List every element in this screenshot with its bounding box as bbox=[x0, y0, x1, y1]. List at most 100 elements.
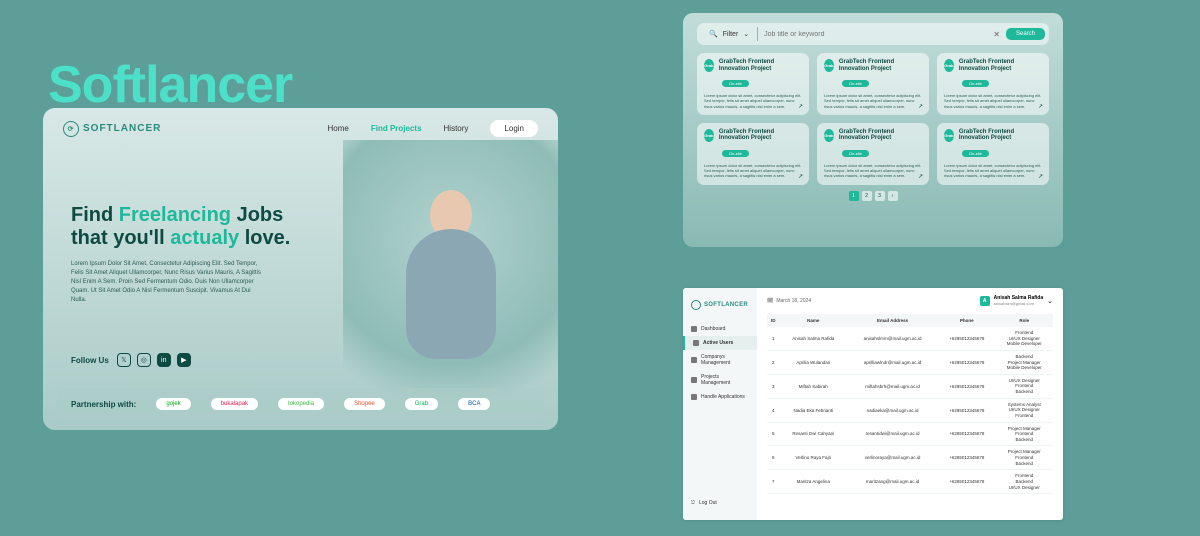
sidebar-item-icon bbox=[691, 394, 697, 400]
open-link-icon[interactable]: ↗ bbox=[1038, 173, 1043, 180]
login-button[interactable]: Login bbox=[490, 120, 538, 137]
company-icon: Grab bbox=[824, 129, 834, 142]
project-card[interactable]: Grab GrabTech Frontend Innovation Project… bbox=[697, 123, 809, 185]
headline-teal2: actualy bbox=[170, 227, 239, 249]
clear-icon[interactable]: ✕ bbox=[993, 30, 1000, 39]
linkedin-icon[interactable]: in bbox=[157, 353, 171, 367]
search-bar: 🔍 Filter ⌄ ✕ Search bbox=[697, 23, 1049, 45]
hero-description: Lorem Ipsum Dolor Sit Amet, Consectetur … bbox=[71, 260, 266, 305]
sidebar-item[interactable]: Companys Management bbox=[683, 350, 757, 370]
sidebar-item[interactable]: Active Users bbox=[683, 336, 757, 350]
cell-phone: +6285012345678 bbox=[938, 350, 996, 374]
open-link-icon[interactable]: ↗ bbox=[918, 173, 923, 180]
date-text: March 18, 2024 bbox=[776, 298, 811, 304]
card-badge: On-site bbox=[962, 150, 989, 157]
twitter-icon[interactable]: 𝕏 bbox=[117, 353, 131, 367]
col-id: ID bbox=[767, 314, 779, 327]
cell-role: FrontendBackendUI/UX Designer bbox=[996, 470, 1053, 494]
cell-id: 4 bbox=[767, 398, 779, 422]
col-name: Name bbox=[779, 314, 847, 327]
project-card[interactable]: GrabGrabTech Frontend Innovation Project… bbox=[817, 123, 929, 185]
project-card[interactable]: GrabGrabTech Frontend Innovation Project… bbox=[817, 53, 929, 115]
page-1[interactable]: 1 bbox=[849, 191, 859, 201]
company-icon: Grab bbox=[704, 59, 714, 72]
cell-role: Project ManagerFrontendBackend bbox=[996, 446, 1053, 470]
logo: ⟳ SOFTLANCER bbox=[63, 121, 161, 137]
sidebar-item-label: Companys Management bbox=[701, 354, 749, 366]
sidebar-nav: DashboardActive Users Companys Management… bbox=[683, 322, 757, 494]
project-card[interactable]: GrabGrabTech Frontend Innovation Project… bbox=[937, 53, 1049, 115]
open-link-icon[interactable]: ↗ bbox=[918, 103, 923, 110]
primary-nav: Home Find Projects History bbox=[328, 124, 469, 133]
users-table: ID Name Email Address Phone Role 1Anisah… bbox=[767, 314, 1053, 494]
open-link-icon[interactable]: ↗ bbox=[798, 173, 803, 180]
company-icon: Grab bbox=[944, 129, 954, 142]
dashboard-panel: SOFTLANCER DashboardActive Users Companys… bbox=[683, 288, 1063, 520]
open-link-icon[interactable]: ↗ bbox=[1038, 103, 1043, 110]
table-row[interactable]: 4Nadia Eka Febriantinadiaeka@mail.ugm.ac… bbox=[767, 398, 1053, 422]
sidebar-logo: SOFTLANCER bbox=[683, 296, 757, 314]
nav-history[interactable]: History bbox=[444, 124, 469, 133]
date-display: 🗓 March 18, 2024 bbox=[767, 298, 811, 304]
user-menu[interactable]: A Anisah Salma Rafida anisahslm@gmail.co… bbox=[980, 296, 1053, 306]
table-row[interactable]: 6Verlino Raya Fajriverlinoraya@mail.ugm.… bbox=[767, 446, 1053, 470]
table-row[interactable]: 1Anisah Salma Rafidaanisahslmrn@mail.ugm… bbox=[767, 327, 1053, 350]
headline-post: love. bbox=[239, 227, 290, 249]
page-next-icon[interactable]: › bbox=[888, 191, 898, 201]
search-input[interactable] bbox=[764, 31, 987, 38]
open-link-icon[interactable]: ↗ bbox=[798, 103, 803, 110]
project-grid: Grab GrabTech Frontend Innovation Project… bbox=[697, 53, 1049, 185]
card-title: GrabTech Frontend Innovation Project bbox=[719, 129, 802, 142]
sidebar-item[interactable]: Dashboard bbox=[683, 322, 757, 336]
cell-id: 3 bbox=[767, 374, 779, 398]
partner-grab: Grab bbox=[405, 398, 438, 410]
sidebar-item-icon bbox=[691, 357, 697, 363]
table-row[interactable]: 3Miftah Sabirahmiftahsbrh@mail.ugm.ac.id… bbox=[767, 374, 1053, 398]
sidebar-item-label: Handle Applications bbox=[701, 394, 745, 400]
sidebar-item-icon bbox=[693, 340, 699, 346]
instagram-icon[interactable]: ◎ bbox=[137, 353, 151, 367]
cell-name: Resanti Dwi Cahyani bbox=[779, 422, 847, 446]
filter-dropdown[interactable]: 🔍 Filter ⌄ bbox=[701, 27, 758, 41]
col-phone: Phone bbox=[938, 314, 996, 327]
col-email: Email Address bbox=[847, 314, 938, 327]
brand-title: Softlancer bbox=[48, 55, 292, 115]
project-card[interactable]: GrabGrabTech Frontend Innovation Project… bbox=[937, 123, 1049, 185]
partner-tokopedia: tokopedia bbox=[278, 398, 324, 410]
nav-find-projects[interactable]: Find Projects bbox=[371, 124, 422, 133]
logout-label: Log Out bbox=[699, 500, 717, 506]
company-icon: Grab bbox=[824, 59, 834, 72]
listings-panel: 🔍 Filter ⌄ ✕ Search Grab GrabTech Fronten… bbox=[683, 13, 1063, 247]
youtube-icon[interactable]: ▶ bbox=[177, 353, 191, 367]
cell-email: nadiaeka@mail.ugm.ac.id bbox=[847, 398, 938, 422]
cell-name: Verlino Raya Fajri bbox=[779, 446, 847, 470]
chevron-down-icon: ⌄ bbox=[1047, 297, 1053, 305]
sidebar-item-icon bbox=[691, 326, 697, 332]
headline-pre: Find bbox=[71, 204, 119, 226]
cell-name: Miftah Sabirah bbox=[779, 374, 847, 398]
sidebar-item[interactable]: Projects Management bbox=[683, 370, 757, 390]
sidebar-logo-text: SOFTLANCER bbox=[704, 302, 748, 308]
page-2[interactable]: 2 bbox=[862, 191, 872, 201]
partnership-bar: Partnership with: gojek bukalapak tokope… bbox=[57, 388, 544, 420]
project-card[interactable]: Grab GrabTech Frontend Innovation Project… bbox=[697, 53, 809, 115]
table-row[interactable]: 2Aprilia Wulandariaprilliawlndr@mail.ugm… bbox=[767, 350, 1053, 374]
logout-button[interactable]: ⎋ Log Out bbox=[683, 494, 757, 512]
cell-id: 5 bbox=[767, 422, 779, 446]
table-row[interactable]: 5Resanti Dwi Cahyaniresantidwi@mail.ugm.… bbox=[767, 422, 1053, 446]
cell-id: 7 bbox=[767, 470, 779, 494]
page-3[interactable]: 3 bbox=[875, 191, 885, 201]
sidebar: SOFTLANCER DashboardActive Users Companys… bbox=[683, 288, 757, 520]
sidebar-item[interactable]: Handle Applications bbox=[683, 390, 757, 404]
cell-name: Aprilia Wulandari bbox=[779, 350, 847, 374]
cell-phone: +6285012345678 bbox=[938, 446, 996, 470]
sidebar-item-icon bbox=[691, 377, 697, 383]
cell-email: anisahslmrn@mail.ugm.ac.id bbox=[847, 327, 938, 350]
nav-home[interactable]: Home bbox=[328, 124, 349, 133]
company-icon: Grab bbox=[704, 129, 714, 142]
card-title: GrabTech Frontend Innovation Project bbox=[719, 59, 802, 72]
card-desc: Lorem ipsum dolor sit amet, consectetur … bbox=[944, 163, 1042, 179]
search-button[interactable]: Search bbox=[1006, 28, 1045, 40]
table-row[interactable]: 7Maritza Angelinamaritzang@mail.ugm.ac.i… bbox=[767, 470, 1053, 494]
card-badge: On-site bbox=[962, 80, 989, 87]
